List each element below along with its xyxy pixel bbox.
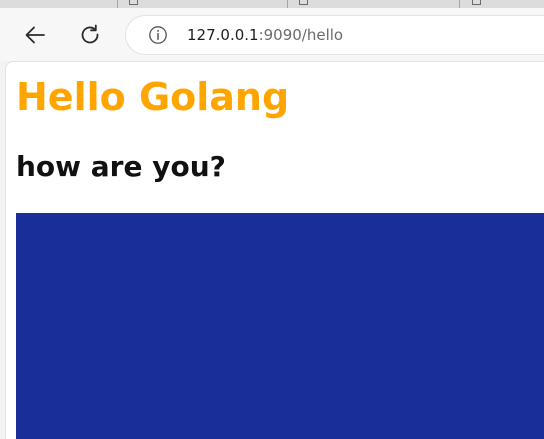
page-subheading: how are you? <box>16 150 226 183</box>
reload-icon <box>81 24 99 44</box>
url-path: :9090/hello <box>258 26 344 44</box>
blue-image <box>16 213 544 439</box>
site-info-button[interactable] <box>148 25 168 45</box>
tab-divider <box>287 0 288 8</box>
back-button[interactable] <box>20 20 50 50</box>
browser-window: 127.0.0.1:9090/hello Hello Golang how ar… <box>0 0 544 439</box>
tab-page-icon <box>129 0 138 5</box>
tab-divider <box>459 0 460 8</box>
reload-button[interactable] <box>75 20 105 50</box>
page-viewport: Hello Golang how are you? <box>5 61 544 439</box>
tab-divider <box>117 0 118 8</box>
address-bar[interactable]: 127.0.0.1:9090/hello <box>126 16 544 54</box>
info-icon <box>149 26 167 44</box>
browser-toolbar: 127.0.0.1:9090/hello <box>0 8 544 61</box>
address-url[interactable]: 127.0.0.1:9090/hello <box>187 25 343 45</box>
arrow-left-icon <box>25 26 45 44</box>
url-host: 127.0.0.1 <box>187 26 259 44</box>
tab-strip <box>0 0 544 8</box>
tab-page-icon <box>299 0 308 5</box>
tab-page-icon <box>472 0 481 5</box>
page-heading: Hello Golang <box>16 75 290 119</box>
